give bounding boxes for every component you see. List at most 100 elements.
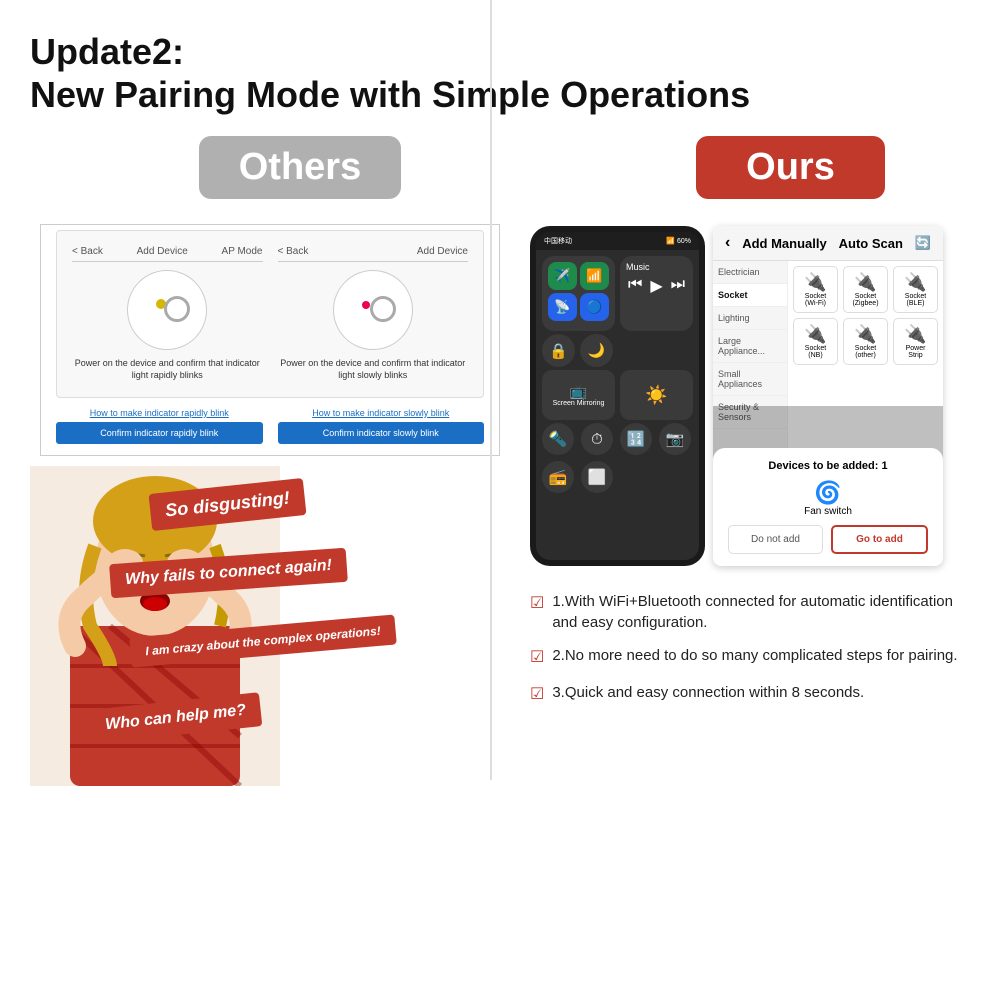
cc-row2: 🔒 🌙 bbox=[536, 334, 699, 370]
frustrated-area: So disgusting! Why fails to connect agai… bbox=[30, 466, 510, 786]
feature-list: ☑ 1.With WiFi+Bluetooth connected for au… bbox=[530, 591, 971, 706]
page: Update2: New Pairing Mode with Simple Op… bbox=[0, 0, 1001, 1001]
socket-ble-label: Socket (BLE) bbox=[899, 293, 932, 307]
socket-wifi-label: Socket (Wi-Fi) bbox=[799, 293, 832, 307]
socket-items-grid: 🔌 Socket (Wi-Fi) 🔌 Socket (Zigbee) 🔌 So bbox=[793, 266, 938, 365]
socket-nb[interactable]: 🔌 Socket (NB) bbox=[793, 318, 838, 365]
dialog-title: Devices to be added: 1 bbox=[728, 460, 928, 472]
left-side: Others < Back Add Device AP Mode bbox=[30, 136, 510, 936]
others-badge: Others bbox=[199, 136, 401, 199]
power-icon-2 bbox=[370, 296, 396, 322]
cat-large[interactable]: Large Appliance... bbox=[713, 330, 787, 363]
phone-screen-left: 中国移动 📶 60% ✈️ 📶 📡 🔵 bbox=[536, 232, 699, 560]
socket-other-label: Socket (other) bbox=[849, 345, 882, 359]
socket-ble-icon: 🔌 bbox=[899, 272, 932, 293]
device1-nav: < Back Add Device AP Mode bbox=[72, 246, 263, 262]
power-strip[interactable]: 🔌 Power Strip bbox=[893, 318, 938, 365]
battery: 📶 60% bbox=[666, 237, 691, 245]
phone-right: ‹ Add Manually Auto Scan 🔄 Electrician S… bbox=[713, 226, 943, 566]
socket-other[interactable]: 🔌 Socket (other) bbox=[843, 318, 888, 365]
dialog-device-info: 🌀 Fan switch bbox=[728, 480, 928, 517]
radio-btn[interactable]: 📻 bbox=[542, 461, 574, 493]
bluetooth-btn[interactable]: 🔵 bbox=[580, 293, 609, 321]
airplane-btn[interactable]: ✈️ bbox=[548, 262, 577, 290]
device-name: Fan switch bbox=[728, 506, 928, 517]
screen-mirroring-icon: 📺 bbox=[570, 383, 587, 400]
device-instructions-panel: < Back Add Device AP Mode Power on the d… bbox=[40, 224, 500, 455]
right-side: Ours 中国移动 📶 60% bbox=[510, 136, 971, 936]
feature-text-3: 3.Quick and easy connection within 8 sec… bbox=[552, 682, 864, 703]
socket-zigbee-icon: 🔌 bbox=[849, 272, 882, 293]
power-icon-1 bbox=[164, 296, 190, 322]
calc-btn[interactable]: 🔢 bbox=[620, 423, 652, 455]
socket-nb-icon: 🔌 bbox=[799, 324, 832, 345]
screen-mirroring-btn[interactable]: 📺 Screen Mirroring bbox=[542, 370, 615, 420]
prev-btn[interactable]: ⏮ bbox=[628, 276, 642, 296]
cc-row3: 📺 Screen Mirroring ☀️ bbox=[536, 370, 699, 423]
camera-btn[interactable]: 📷 bbox=[659, 423, 691, 455]
socket-ble[interactable]: 🔌 Socket (BLE) bbox=[893, 266, 938, 313]
confirm-box-2: How to make indicator slowly blink Confi… bbox=[278, 408, 485, 444]
feature-item-2: ☑ 2.No more need to do so many complicat… bbox=[530, 645, 971, 669]
status-bar: 中国移动 📶 60% bbox=[536, 232, 699, 250]
socket-zigbee[interactable]: 🔌 Socket (Zigbee) bbox=[843, 266, 888, 313]
device1-caption: Power on the device and confirm that ind… bbox=[72, 358, 263, 381]
app-title: Add Manually bbox=[742, 236, 827, 251]
dialog-buttons: Do not add Go to add bbox=[728, 525, 928, 554]
go-to-add-button[interactable]: Go to add bbox=[831, 525, 928, 554]
cat-socket[interactable]: Socket bbox=[713, 284, 787, 307]
feature-text-2: 2.No more need to do so many complicated… bbox=[552, 645, 957, 666]
brightness-btn[interactable]: ☀️ bbox=[620, 370, 693, 420]
phone-mockup-area: 中国移动 📶 60% ✈️ 📶 📡 🔵 bbox=[530, 226, 971, 576]
device-circle-2 bbox=[333, 270, 413, 350]
device-box-1: < Back Add Device AP Mode Power on the d… bbox=[72, 246, 263, 381]
cc-music-cell: Music ⏮ ▶ ⏭ bbox=[620, 256, 693, 331]
play-btn[interactable]: ▶ bbox=[650, 276, 662, 296]
app-header: ‹ Add Manually Auto Scan 🔄 bbox=[713, 226, 943, 261]
music-label: Music bbox=[626, 262, 687, 272]
wifi-btn[interactable]: 📶 bbox=[580, 262, 609, 290]
cellular-btn[interactable]: 📡 bbox=[548, 293, 577, 321]
main-content: Others < Back Add Device AP Mode bbox=[30, 136, 971, 936]
page-title: Update2: New Pairing Mode with Simple Op… bbox=[30, 30, 971, 116]
next-btn[interactable]: ⏭ bbox=[671, 276, 685, 296]
confirm-rapidly-button[interactable]: Confirm indicator rapidly blink bbox=[56, 422, 263, 444]
confirm-section: How to make indicator rapidly blink Conf… bbox=[56, 408, 484, 444]
cat-electrician[interactable]: Electrician bbox=[713, 261, 787, 284]
feature-text-1: 1.With WiFi+Bluetooth connected for auto… bbox=[552, 591, 971, 633]
phone-left: 中国移动 📶 60% ✈️ 📶 📡 🔵 bbox=[530, 226, 705, 566]
device2-nav: < Back Add Device bbox=[278, 246, 469, 262]
socket-nb-label: Socket (NB) bbox=[799, 345, 832, 359]
carrier: 中国移动 bbox=[544, 236, 572, 246]
confirm-box-1: How to make indicator rapidly blink Conf… bbox=[56, 408, 263, 444]
confirm-slowly-button[interactable]: Confirm indicator slowly blink bbox=[278, 422, 485, 444]
cat-lighting[interactable]: Lighting bbox=[713, 307, 787, 330]
power-strip-label: Power Strip bbox=[899, 345, 932, 359]
check-icon-3: ☑ bbox=[530, 684, 544, 706]
divider bbox=[490, 0, 492, 780]
header: Update2: New Pairing Mode with Simple Op… bbox=[30, 30, 971, 116]
device-circle-1 bbox=[127, 270, 207, 350]
socket-wifi[interactable]: 🔌 Socket (Wi-Fi) bbox=[793, 266, 838, 313]
confirm-link-1[interactable]: How to make indicator rapidly blink bbox=[56, 408, 263, 418]
back-arrow-icon[interactable]: ‹ bbox=[725, 234, 730, 252]
check-icon-2: ☑ bbox=[530, 647, 544, 669]
socket-wifi-icon: 🔌 bbox=[799, 272, 832, 293]
auto-scan-tab[interactable]: Auto Scan bbox=[839, 236, 903, 251]
feature-item-3: ☑ 3.Quick and easy connection within 8 s… bbox=[530, 682, 971, 706]
cc-network-cell: ✈️ 📶 📡 🔵 bbox=[542, 256, 615, 331]
do-not-add-button[interactable]: Do not add bbox=[728, 525, 823, 554]
cat-small[interactable]: Small Appliances bbox=[713, 363, 787, 396]
network-icons: ✈️ 📶 📡 🔵 bbox=[548, 262, 609, 321]
confirm-link-2[interactable]: How to make indicator slowly blink bbox=[278, 408, 485, 418]
qr-btn[interactable]: ⬜ bbox=[581, 461, 613, 493]
title-line2: New Pairing Mode with Simple Operations bbox=[30, 74, 750, 115]
flashlight-btn[interactable]: 🔦 bbox=[542, 423, 574, 455]
moon-btn[interactable]: 🌙 bbox=[580, 334, 613, 367]
title-line1: Update2: bbox=[30, 31, 184, 72]
power-strip-icon: 🔌 bbox=[899, 324, 932, 345]
timer-btn[interactable]: ⏱ bbox=[581, 423, 613, 455]
lock-rotation-btn[interactable]: 🔒 bbox=[542, 334, 575, 367]
refresh-icon[interactable]: 🔄 bbox=[915, 235, 931, 251]
check-icon-1: ☑ bbox=[530, 593, 544, 615]
